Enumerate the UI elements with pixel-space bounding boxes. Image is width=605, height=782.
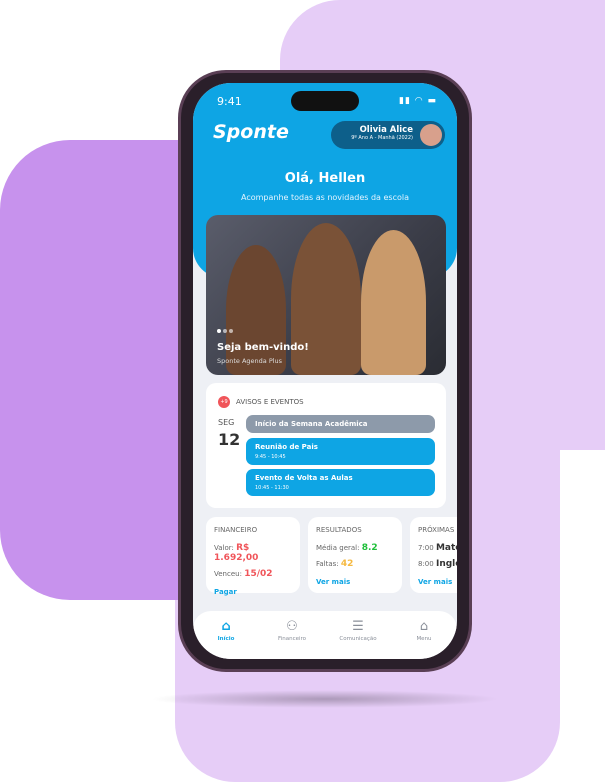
class: Inglês [435,559,457,569]
screen: 9:41 ▮▮ ◠ ▬ Sponte Olivia Alice 9º Ano A… [193,83,457,659]
logo: Sponte [213,121,289,143]
event-day: 12 [218,430,241,449]
status-time: 9:41 [217,95,242,108]
nav-label: Início [217,636,235,642]
nav-comunicacao[interactable]: ☰ Comunicação [325,611,391,659]
student-selector[interactable]: Olivia Alice 9º Ano A - Manhã (2022) [331,121,445,149]
event-item[interactable]: Reunião de Pais 9:45 - 10:45 [246,438,435,465]
user-name: Olivia Alice [359,125,413,135]
time: 8:00 [418,560,434,568]
avatar [420,124,442,146]
banner-subtitle: Sponte Agenda Plus [217,357,283,365]
nav-label: Financeiro [277,636,307,642]
see-more-link[interactable]: Ver mais [418,578,457,586]
label: Valor: [214,544,234,552]
event-title: Início da Semana Acadêmica [255,420,368,428]
events-title: AVISOS E EVENTOS [236,398,304,406]
event-item[interactable]: Início da Semana Acadêmica [246,415,435,433]
greeting-subtitle: Acompanhe todas as novidades da escola [241,193,409,202]
label: Venceu: [214,570,242,578]
media: 8.2 [361,543,378,553]
event-item[interactable]: Evento de Volta as Aulas 10:45 - 11:30 [246,469,435,496]
event-weekday: SEG [218,418,235,427]
home-icon: ⌂ [221,619,231,634]
dynamic-island [291,91,359,111]
photo-kid [226,245,286,375]
phone: 9:41 ▮▮ ◠ ▬ Sponte Olivia Alice 9º Ano A… [178,70,472,672]
pay-link[interactable]: Pagar [214,588,292,596]
home-icon: ⌂ [419,619,429,634]
nav-menu[interactable]: ⌂ Menu [391,611,457,659]
card-title: RESULTADOS [316,526,362,534]
event-time: 10:45 - 11:30 [255,485,289,491]
event-title: Evento de Volta as Aulas [255,474,353,482]
financeiro-card[interactable]: FINANCEIRO Valor: R$ 1.692,00 Venceu: 15… [206,517,300,596]
chat-icon: ☰ [352,619,364,634]
nav-financeiro[interactable]: ⚇ Financeiro [259,611,325,659]
time: 7:00 [418,544,434,552]
carousel-dots[interactable] [217,318,235,337]
photo-kid [361,230,426,375]
card-title: FINANCEIRO [214,526,258,534]
greeting: Olá, Hellen [284,171,366,186]
faltas: 42 [340,559,354,569]
bottom-nav: ⌂ Início ⚇ Financeiro ☰ Comunicação ⌂ Menu [193,611,457,659]
event-title: Reunião de Pais [255,443,318,451]
nav-inicio[interactable]: ⌂ Início [193,611,259,659]
event-time: 9:45 - 10:45 [255,454,286,460]
see-more-link[interactable]: Ver mais [316,578,394,586]
card-title: PRÓXIMAS [418,526,455,534]
phone-shadow [150,690,500,708]
label: Média geral: [316,544,360,552]
nav-label: Comunicação [339,636,377,642]
class: Matemática [435,543,457,553]
resultados-card[interactable]: RESULTADOS Média geral: 8.2 Faltas: 42 V… [308,517,402,593]
money-icon: ⚇ [286,619,298,634]
welcome-banner[interactable]: Seja bem-vindo! Sponte Agenda Plus [206,215,446,375]
nav-label: Menu [416,636,432,642]
label: Faltas: [316,560,339,568]
banner-title: Seja bem-vindo! [217,342,309,353]
user-class: 9º Ano A - Manhã (2022) [351,135,413,141]
events-badge: +9 [218,396,230,408]
vencimento: 15/02 [244,569,273,579]
proximas-card[interactable]: PRÓXIMAS 7:00 Matemática 8:00 Inglês Ver… [410,517,457,593]
signal-wifi-battery-icon: ▮▮ ◠ ▬ [399,96,437,106]
events-card[interactable]: +9 AVISOS E EVENTOS SEG 12 Início da Sem… [206,383,446,508]
